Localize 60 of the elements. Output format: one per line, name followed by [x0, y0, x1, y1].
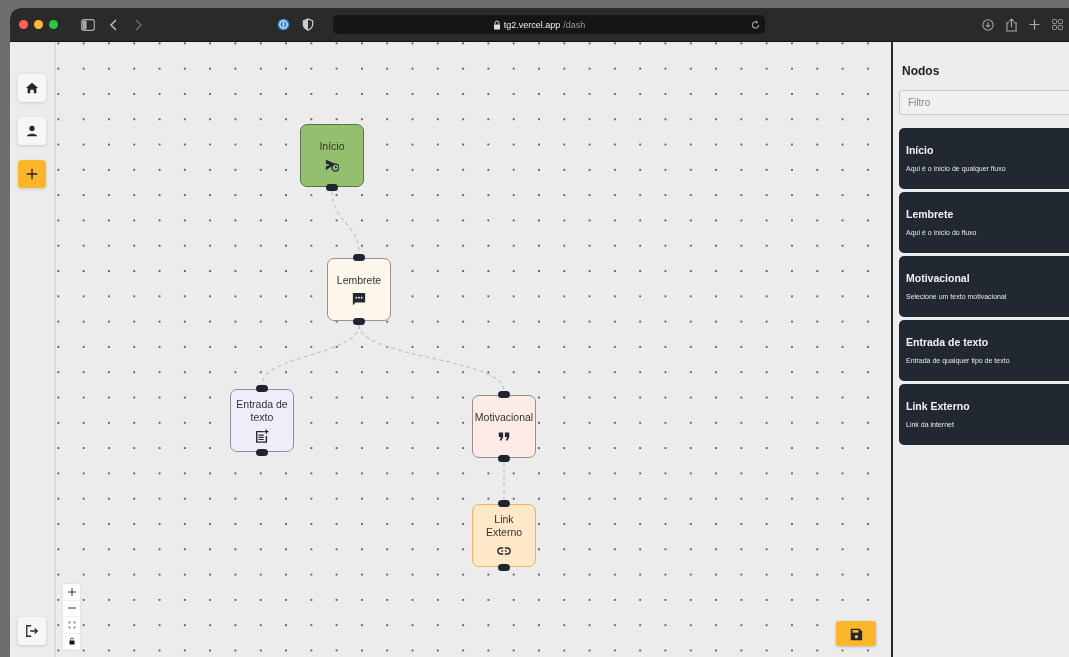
connection-handle[interactable]: [498, 391, 510, 398]
url-host-text: tg2.vercel.app: [503, 19, 561, 30]
tab-overview-icon[interactable]: [1052, 19, 1063, 30]
connection-handle[interactable]: [326, 184, 338, 191]
node-label: Lembrete: [336, 273, 382, 287]
flow-node[interactable]: Entrada de texto: [230, 389, 294, 452]
plus-icon: [66, 586, 77, 597]
add-button[interactable]: [18, 160, 46, 188]
filter-field[interactable]: Filtro: [899, 90, 1069, 115]
profile-button[interactable]: [18, 117, 46, 145]
home-button[interactable]: [18, 74, 46, 102]
connection-handle[interactable]: [498, 500, 510, 507]
url-path-text: /dash: [563, 19, 586, 30]
window-zoom-button[interactable]: [49, 20, 58, 29]
fit-view-icon: [67, 620, 76, 629]
shield-icon[interactable]: [302, 18, 314, 31]
connection-handle[interactable]: [353, 254, 365, 261]
logout-button[interactable]: [18, 617, 46, 645]
connection-handle[interactable]: [256, 449, 268, 456]
note-add-icon: [255, 429, 269, 443]
download-icon[interactable]: [982, 18, 994, 31]
card-title: Início: [906, 144, 935, 156]
card-title: Motivacional: [906, 272, 971, 284]
new-tab-icon[interactable]: [1029, 19, 1040, 30]
window-minimize-button[interactable]: [34, 20, 43, 29]
flow-node[interactable]: Início: [300, 124, 364, 187]
node-label: Entrada de texto: [235, 398, 289, 424]
connection-handle[interactable]: [498, 455, 510, 462]
card-title: Lembrete: [906, 208, 955, 220]
address-bar[interactable]: tg2.vercel.app /dash: [333, 15, 765, 34]
save-button[interactable]: [836, 621, 876, 646]
user-icon: [25, 124, 39, 138]
logout-icon: [25, 624, 39, 638]
node-label: Início: [319, 139, 345, 153]
panel-title: Nodos: [901, 64, 941, 80]
share-icon[interactable]: [1006, 17, 1017, 32]
flow-node[interactable]: Link Externo: [472, 504, 536, 567]
connection-handle[interactable]: [256, 385, 268, 392]
flow-node[interactable]: Motivacional: [472, 395, 536, 458]
chat-icon: [352, 291, 366, 306]
reload-icon[interactable]: [750, 19, 760, 30]
lock-icon: [492, 19, 501, 30]
link-icon: [497, 544, 511, 558]
node-label: Link Externo: [484, 513, 524, 539]
card-title: Link Externo: [906, 400, 971, 412]
zoom-in-button[interactable]: [63, 584, 80, 601]
forward-icon[interactable]: [133, 17, 143, 32]
sidebar-toggle-icon[interactable]: [81, 18, 95, 31]
password-extension-icon[interactable]: [277, 18, 290, 31]
back-icon[interactable]: [109, 17, 119, 32]
flow-node[interactable]: Lembrete: [327, 258, 391, 321]
lock-icon: [67, 637, 76, 646]
connection-handle[interactable]: [353, 318, 365, 325]
connection-handle[interactable]: [498, 564, 510, 571]
window-close-button[interactable]: [19, 20, 28, 29]
card-title: Entrada de texto: [906, 336, 990, 348]
schedule-send-icon: [325, 157, 339, 172]
home-icon: [25, 81, 39, 95]
node-label: Motivacional: [474, 410, 534, 424]
plus-icon: [25, 167, 39, 181]
